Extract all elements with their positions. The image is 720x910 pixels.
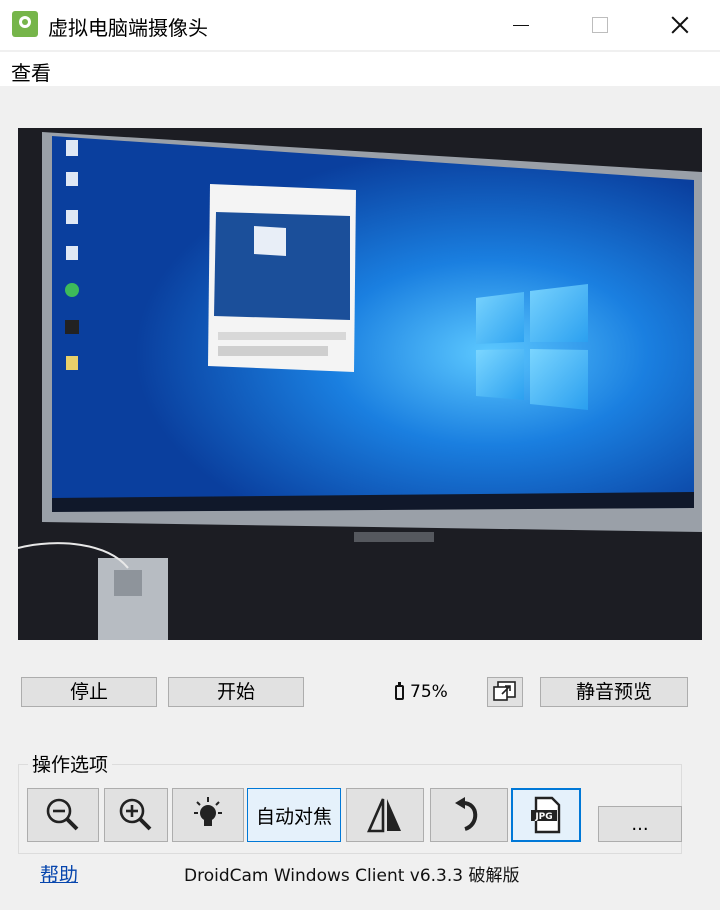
more-options-button[interactable]: ... (598, 806, 682, 842)
jpg-file-icon: JPG (531, 796, 561, 834)
minimize-button[interactable] (498, 6, 542, 44)
flash-button[interactable] (172, 788, 244, 842)
rotate-icon (455, 797, 478, 831)
zoom-in-button[interactable] (104, 788, 168, 842)
battery-icon (395, 681, 404, 700)
popout-icon (493, 681, 516, 701)
version-label: DroidCam Windows Client v6.3.3 破解版 (184, 866, 520, 886)
popout-button[interactable] (487, 677, 523, 707)
preview-image (18, 128, 702, 640)
window-title: 虚拟电脑端摄像头 (48, 16, 208, 40)
camera-preview (18, 128, 702, 640)
save-jpg-button[interactable]: JPG (511, 788, 581, 842)
help-link[interactable]: 帮助 (40, 860, 78, 887)
zoom-out-icon (46, 798, 79, 831)
options-group-label: 操作选项 (28, 750, 113, 777)
autofocus-button[interactable]: 自动对焦 (247, 788, 341, 842)
close-button[interactable] (658, 6, 702, 44)
battery-status: 75% (395, 681, 448, 702)
droidcam-app-icon (12, 11, 38, 37)
light-bulb-icon (194, 797, 222, 826)
mirror-button[interactable] (346, 788, 424, 842)
start-button[interactable]: 开始 (168, 677, 304, 707)
title-bar: 虚拟电脑端摄像头 (0, 0, 720, 50)
mirror-flip-icon (367, 798, 401, 833)
svg-text:JPG: JPG (534, 812, 552, 822)
rotate-button[interactable] (430, 788, 508, 842)
zoom-in-icon (119, 798, 152, 831)
battery-level: 75% (410, 682, 448, 702)
menu-bar: 查看 (0, 52, 720, 86)
zoom-out-button[interactable] (27, 788, 99, 842)
maximize-button[interactable] (578, 6, 622, 44)
stop-button[interactable]: 停止 (21, 677, 157, 707)
menu-view[interactable]: 查看 (11, 57, 51, 86)
mute-preview-button[interactable]: 静音预览 (540, 677, 688, 707)
